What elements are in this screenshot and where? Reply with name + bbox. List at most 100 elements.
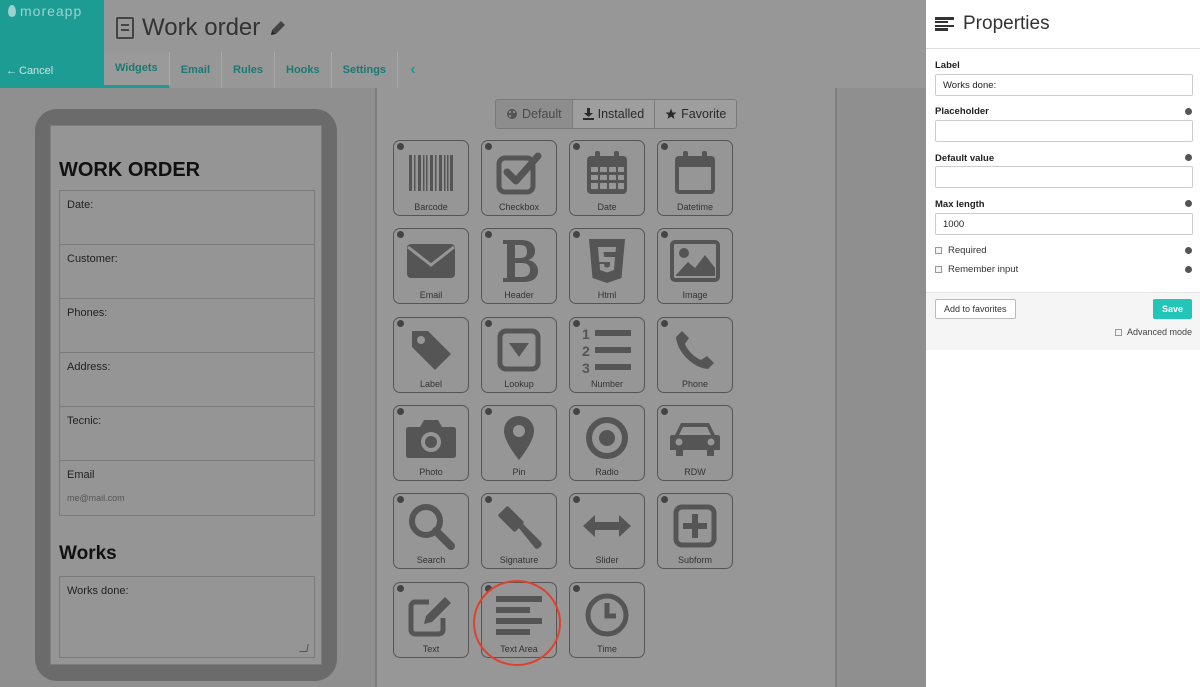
info-icon[interactable] (1185, 200, 1192, 207)
widget-image[interactable]: Image (657, 228, 733, 304)
widget-slider[interactable]: Slider (569, 493, 645, 569)
widget-label: RDW (684, 467, 706, 477)
leaf-icon (8, 5, 16, 17)
camera-icon (406, 420, 456, 458)
pencil-icon[interactable] (268, 18, 288, 38)
widget-label[interactable]: Label (393, 317, 469, 393)
tab-bar: Widgets Email Rules Hooks Settings ‹ (104, 52, 428, 88)
max-length-input[interactable] (935, 213, 1193, 235)
widget-label: Number (590, 379, 623, 389)
advanced-mode-checkbox[interactable]: Advanced mode (1114, 327, 1192, 337)
field-label: Date: (67, 199, 94, 211)
add-to-favorites-button[interactable]: Add to favorites (935, 299, 1016, 319)
resize-handle-icon[interactable] (299, 644, 309, 652)
widget-label: Datetime (676, 202, 713, 212)
collapse-chevron-icon[interactable]: ‹ (398, 52, 428, 88)
widget-label: Text (422, 644, 440, 654)
widget-subform[interactable]: Subform (657, 493, 733, 569)
document-icon (116, 17, 134, 39)
map-pin-icon (504, 416, 534, 460)
widget-label: Date (597, 202, 617, 212)
field-label: Address: (67, 361, 111, 373)
calendar-icon (587, 151, 627, 194)
widget-email[interactable]: Email (393, 228, 469, 304)
form-field-tecnic[interactable]: Tecnic: (60, 407, 314, 461)
widget-label: Time (597, 644, 617, 654)
widget-label: Search (416, 555, 446, 565)
widget-label: Checkbox (498, 202, 540, 212)
widget-search[interactable]: Search (393, 493, 469, 569)
palette-icon (507, 109, 517, 119)
plus-square-icon (673, 504, 717, 548)
cancel-label: Cancel (19, 65, 54, 77)
tab-rules[interactable]: Rules (222, 52, 276, 88)
phone-screen: WORK ORDER Date: Customer: Phones: Addre… (50, 125, 322, 665)
max-length-caption: Max length (935, 199, 985, 210)
widget-rdw[interactable]: RDW (657, 405, 733, 481)
info-icon[interactable] (1185, 266, 1192, 273)
widget-photo[interactable]: Photo (393, 405, 469, 481)
calendar-blank-icon (675, 151, 715, 194)
section-heading: Works (59, 543, 117, 564)
widget-header[interactable]: Header (481, 228, 557, 304)
widget-datetime[interactable]: Datetime (657, 140, 733, 216)
info-icon[interactable] (1185, 247, 1192, 254)
properties-title: Properties (963, 13, 1050, 34)
tab-email[interactable]: Email (170, 52, 223, 88)
tab-widgets[interactable]: Widgets (104, 52, 170, 88)
form-field-customer[interactable]: Customer: (60, 245, 314, 299)
form-field-email[interactable]: Email me@mail.com (60, 461, 314, 515)
properties-header: Properties (926, 0, 1200, 49)
widget-checkbox[interactable]: Checkbox (481, 140, 557, 216)
widget-barcode[interactable]: Barcode (393, 140, 469, 216)
widget-lookup[interactable]: Lookup (481, 317, 557, 393)
info-icon[interactable] (1185, 154, 1192, 161)
widget-number[interactable]: 123 Number (569, 317, 645, 393)
phone-preview: WORK ORDER Date: Customer: Phones: Addre… (35, 109, 337, 681)
widget-pin[interactable]: Pin (481, 405, 557, 481)
info-icon[interactable] (1185, 108, 1192, 115)
installed-tab[interactable]: Installed (572, 100, 656, 128)
label-input[interactable] (935, 74, 1193, 96)
widget-label: Slider (595, 555, 619, 565)
form-field-phones[interactable]: Phones: (60, 299, 314, 353)
default-value-input[interactable] (935, 166, 1193, 188)
gavel-icon (498, 506, 542, 549)
checkbox-icon (496, 152, 542, 195)
works-done-textarea[interactable]: Works done: (59, 576, 315, 658)
html5-icon (589, 239, 625, 283)
widget-html[interactable]: Html (569, 228, 645, 304)
tab-hooks[interactable]: Hooks (275, 52, 332, 88)
textarea-label: Works done: (67, 585, 129, 597)
widget-signature[interactable]: Signature (481, 493, 557, 569)
remember-input-label: Remember input (948, 264, 1019, 275)
widget-phone[interactable]: Phone (657, 317, 733, 393)
remember-input-checkbox[interactable]: Remember input (935, 264, 1018, 275)
widget-label: Pin (512, 467, 526, 477)
svg-text:2: 2 (582, 343, 590, 359)
widget-time[interactable]: Time (569, 582, 645, 658)
field-label: Customer: (67, 253, 118, 265)
default-tab[interactable]: Default (496, 100, 573, 128)
default-tab-label: Default (522, 107, 562, 121)
widget-label: Phone (681, 379, 709, 389)
form-field-address[interactable]: Address: (60, 353, 314, 407)
logo-text: moreapp (20, 3, 83, 19)
cancel-link[interactable]: ← Cancel (6, 65, 53, 77)
logo: moreapp (8, 3, 82, 19)
widget-text[interactable]: Text (393, 582, 469, 658)
car-icon (670, 423, 720, 456)
favorite-tab[interactable]: Favorite (655, 100, 737, 128)
form-field-date[interactable]: Date: (60, 191, 314, 245)
field-label: Email (67, 469, 95, 481)
arrows-horizontal-icon (583, 515, 631, 537)
save-button[interactable]: Save (1152, 299, 1192, 319)
required-label: Required (948, 245, 987, 256)
tab-settings[interactable]: Settings (332, 52, 399, 88)
widget-label: Subform (677, 555, 712, 565)
widget-radio[interactable]: Radio (569, 405, 645, 481)
widget-date[interactable]: Date (569, 140, 645, 216)
required-checkbox[interactable]: Required (935, 245, 987, 256)
placeholder-input[interactable] (935, 120, 1193, 142)
widget-label: Image (682, 290, 708, 300)
